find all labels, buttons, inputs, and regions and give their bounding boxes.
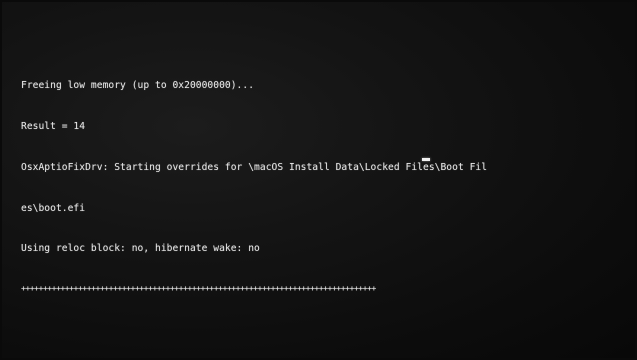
log-line-result: Result = 14 — [21, 120, 86, 132]
log-line-overrides: OsxAptioFixDrv: Starting overrides for \… — [21, 161, 488, 173]
log-line-freeing-memory: Freeing low memory (up to 0x20000000)... — [21, 80, 255, 92]
log-line-reloc-block: Using reloc block: no, hibernate wake: n… — [21, 243, 260, 255]
text-cursor — [422, 158, 430, 161]
boot-progress-indicator: ++++++++++++++++++++++++++++++++++++++++… — [21, 283, 376, 294]
boot-log: Freeing low memory (up to 0x20000000)...… — [21, 52, 621, 320]
display-bezel: Freeing low memory (up to 0x20000000)...… — [0, 0, 637, 360]
boot-console-screen: Freeing low memory (up to 0x20000000)...… — [2, 2, 635, 358]
log-line-overrides-continued: es\boot.efi — [21, 202, 86, 214]
